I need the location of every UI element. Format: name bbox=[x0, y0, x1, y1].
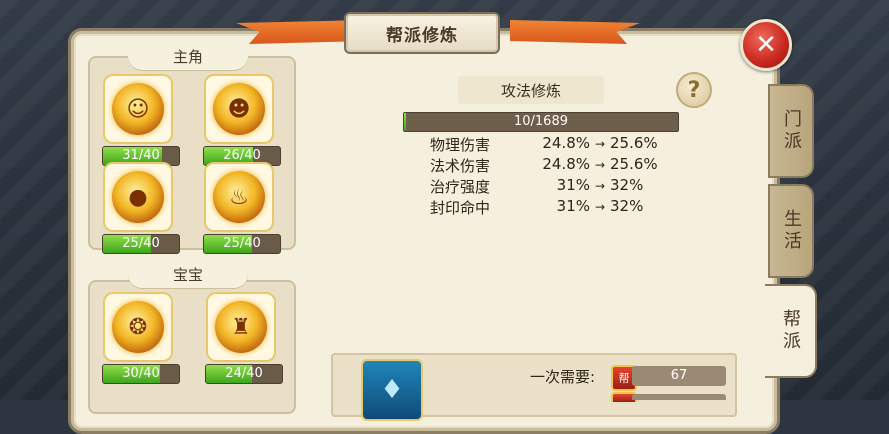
stat-current: 24.8% bbox=[542, 134, 590, 152]
magic-orb-icon: ● bbox=[112, 171, 164, 223]
question-icon: ? bbox=[687, 77, 701, 103]
arrow-icon: → bbox=[594, 158, 606, 172]
skill-level-bar: 30/40 bbox=[102, 364, 180, 384]
tab-guild[interactable]: 帮派 bbox=[765, 284, 817, 378]
skill-icon-frame: ● bbox=[103, 162, 173, 232]
close-icon: ✕ bbox=[755, 30, 777, 60]
cultivation-type-title: 攻法修炼 bbox=[458, 76, 604, 104]
main-skill-resist[interactable]: ♨ 25/40 bbox=[203, 162, 281, 254]
skill-icon-frame: ☺ bbox=[103, 74, 173, 144]
stat-name: 治疗强度 bbox=[430, 178, 491, 196]
stat-next: 32% bbox=[610, 176, 644, 194]
pet-skill-defense[interactable]: ♜ 24/40 bbox=[205, 292, 283, 384]
tab-label: 门派 bbox=[781, 109, 802, 153]
arrow-icon: → bbox=[594, 200, 606, 214]
stat-next: 32% bbox=[610, 197, 644, 215]
stat-next: 25.6% bbox=[610, 155, 658, 173]
pet-defense-icon: ♜ bbox=[215, 301, 267, 353]
stat-name: 封印命中 bbox=[430, 199, 491, 217]
defense-spirit-icon: ☻ bbox=[213, 83, 265, 135]
cultivation-item-slot[interactable]: ♦ bbox=[361, 359, 423, 421]
experience-text: 10/1689 bbox=[513, 114, 568, 129]
skill-level-text: 25/40 bbox=[122, 236, 160, 251]
skill-level-bar: 24/40 bbox=[205, 364, 283, 384]
skill-level-bar: 25/40 bbox=[203, 234, 281, 254]
stat-current: 31% bbox=[556, 197, 590, 215]
skill-icon-frame: ☻ bbox=[204, 74, 274, 144]
tab-label: 帮派 bbox=[780, 309, 801, 353]
owned-value-bar bbox=[632, 394, 726, 400]
tab-sect[interactable]: 门派 bbox=[768, 84, 814, 178]
blue-crystal-icon: ♦ bbox=[380, 375, 404, 405]
stat-next: 25.6% bbox=[610, 134, 658, 152]
stat-row: 物理伤害 24.8% → 25.6% bbox=[430, 134, 670, 154]
skill-icon-frame: ♨ bbox=[204, 162, 274, 232]
main-character-title: 主角 bbox=[128, 42, 248, 70]
panel-title: 帮派修炼 bbox=[344, 12, 500, 54]
skill-icon-frame: ♜ bbox=[206, 292, 276, 362]
tab-life[interactable]: 生活 bbox=[768, 184, 814, 278]
arrow-icon: → bbox=[594, 179, 606, 193]
skill-level-bar: 25/40 bbox=[102, 234, 180, 254]
close-button[interactable]: ✕ bbox=[740, 19, 792, 71]
stat-row: 法术伤害 24.8% → 25.6% bbox=[430, 155, 670, 175]
stat-current: 31% bbox=[556, 176, 590, 194]
main-skill-magic[interactable]: ● 25/40 bbox=[102, 162, 180, 254]
main-skill-defense[interactable]: ☻ 26/40 bbox=[203, 74, 281, 166]
pet-skill-attack[interactable]: ❂ 30/40 bbox=[102, 292, 180, 384]
skill-level-text: 24/40 bbox=[225, 366, 263, 381]
skill-icon-frame: ❂ bbox=[103, 292, 173, 362]
cost-label: 一次需要: bbox=[530, 368, 596, 386]
pet-section-title: 宝宝 bbox=[128, 260, 248, 288]
stat-current: 24.8% bbox=[542, 155, 590, 173]
arrow-icon: → bbox=[594, 137, 606, 151]
main-skill-attack[interactable]: ☺ 31/40 bbox=[102, 74, 180, 166]
stat-name: 物理伤害 bbox=[430, 136, 491, 154]
pet-attack-icon: ❂ bbox=[112, 301, 164, 353]
tab-label: 生活 bbox=[781, 209, 802, 253]
skill-level-text: 30/40 bbox=[122, 366, 160, 381]
skill-level-text: 25/40 bbox=[223, 236, 261, 251]
resist-flame-icon: ♨ bbox=[213, 171, 265, 223]
stat-name: 法术伤害 bbox=[430, 157, 491, 175]
stat-row: 治疗强度 31% → 32% bbox=[430, 176, 670, 196]
cost-value: 67 bbox=[632, 366, 726, 386]
help-button[interactable]: ? bbox=[676, 72, 712, 108]
attack-spirit-icon: ☺ bbox=[112, 83, 164, 135]
stat-row: 封印命中 31% → 32% bbox=[430, 197, 670, 217]
experience-bar: 10/1689 bbox=[403, 112, 679, 132]
